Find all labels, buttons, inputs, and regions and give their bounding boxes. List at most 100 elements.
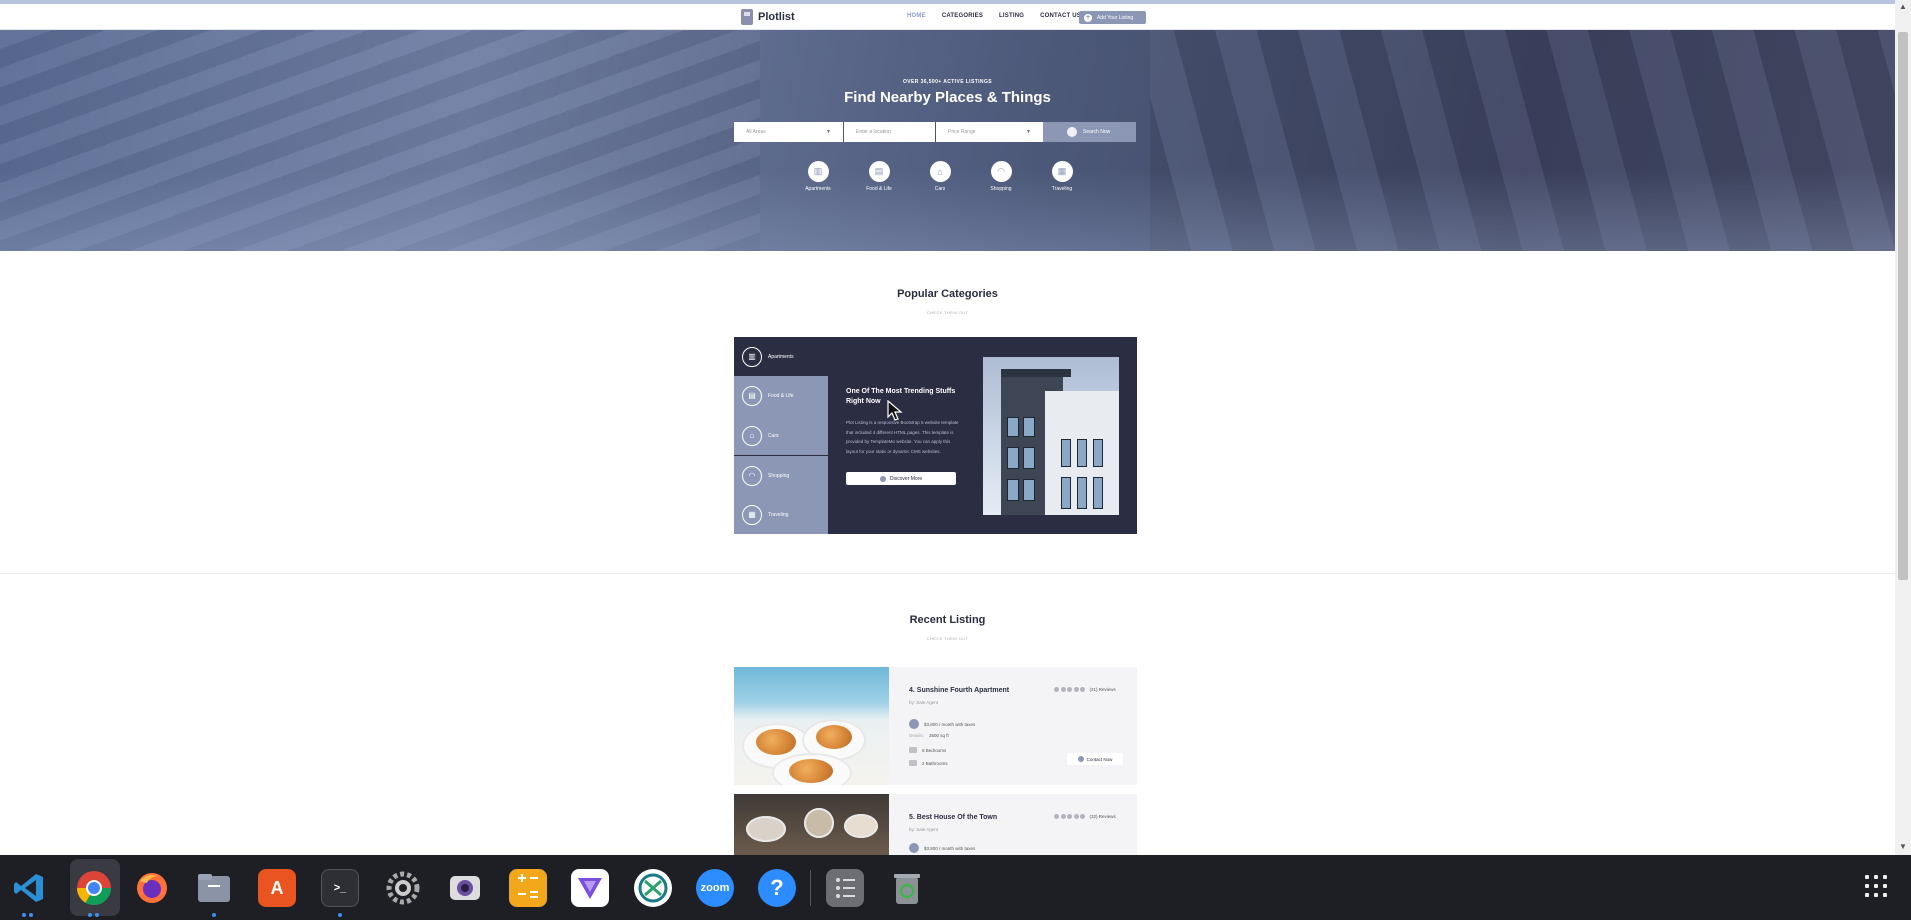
trash-icon[interactable] — [888, 869, 926, 907]
popular-heading: One Of The Most Trending Stuffs Right No… — [846, 388, 956, 405]
contact-now-button[interactable]: Contact Now — [1067, 753, 1123, 765]
os-taskbar: A >_ zoom ? — [0, 855, 1911, 920]
app-store-icon[interactable]: A — [258, 869, 296, 907]
apartment-building-image — [983, 357, 1119, 515]
window — [1007, 479, 1019, 501]
page-scrollbar[interactable]: ▲ ▼ — [1895, 0, 1911, 855]
listing-price: $3,800 / month with taxes — [924, 845, 976, 851]
star-icon — [1060, 814, 1066, 819]
popular-description: Plot Listing is a responsive Bootstrap 5… — [846, 420, 959, 454]
task-manager-icon[interactable] — [826, 869, 864, 907]
window — [1077, 477, 1087, 509]
files-icon[interactable] — [195, 869, 233, 907]
tab-apartments[interactable]: ▥ Apartments — [734, 337, 828, 376]
chevron-down-icon: ▼ — [1026, 129, 1031, 135]
star-icon — [1067, 814, 1072, 819]
hero-category-apartments[interactable]: ▥ Apartments — [798, 161, 838, 192]
vpn-icon[interactable] — [571, 869, 609, 907]
site-header: Plotlist HOME CATEGORIES LISTING CONTACT… — [0, 4, 1895, 30]
nav-categories[interactable]: CATEGORIES — [942, 13, 983, 19]
hero-category-shopping[interactable]: ◠ Shopping — [981, 161, 1021, 192]
hero-category-cars[interactable]: ⌂ Cars — [920, 161, 960, 192]
listing-card[interactable]: 5. Best House Of the Town by: Sale Agent… — [734, 794, 1137, 855]
add-listing-button[interactable]: + Add Your Listing — [1079, 11, 1146, 24]
tab-food-life[interactable]: ▤ Food & Life — [734, 376, 828, 415]
site-logo[interactable]: Plotlist — [741, 9, 795, 25]
location-input[interactable]: Enter a location — [844, 122, 936, 142]
hero-category-traveling[interactable]: ▦ Traveling — [1042, 161, 1082, 192]
star-icon — [1060, 687, 1066, 692]
tab-label: Shopping — [768, 472, 790, 479]
popular-subtitle: CHECK THEM OUT — [926, 310, 969, 315]
browser-viewport: Plotlist HOME CATEGORIES LISTING CONTACT… — [0, 0, 1895, 855]
star-icon — [1073, 814, 1079, 819]
scroll-down-icon[interactable]: ▼ — [1895, 840, 1911, 854]
shopping-bag-icon: ◠ — [990, 161, 1012, 182]
building-roof — [1001, 369, 1071, 377]
listing-card[interactable]: 4. Sunshine Fourth Apartment by: Sale Ag… — [734, 667, 1137, 785]
bath-icon — [909, 760, 917, 766]
hero-category-label: Traveling — [1051, 186, 1073, 192]
price-select[interactable]: Price Range ▼ — [936, 122, 1043, 142]
rating-stars: (21) Reviews — [1054, 687, 1116, 692]
scroll-up-icon[interactable]: ▲ — [1895, 0, 1911, 14]
tab-traveling[interactable]: ▦ Traveling — [734, 495, 828, 534]
listing-bathrooms-row: 2 Bathrooms — [909, 760, 948, 766]
nav-listing[interactable]: LISTING — [999, 13, 1024, 19]
building-icon: ▥ — [807, 161, 829, 182]
terminal-icon[interactable]: >_ — [321, 869, 359, 907]
chrome-icon[interactable] — [75, 869, 113, 907]
area-select-value: All Areas — [746, 129, 766, 135]
listing-price-row: $3,800 / month with taxes — [909, 843, 975, 853]
listing-image[interactable] — [734, 794, 889, 855]
running-indicator — [29, 913, 33, 917]
listing-image[interactable] — [734, 667, 889, 785]
vscode-icon[interactable] — [10, 869, 48, 907]
hero-category-food[interactable]: ▤ Food & Life — [859, 161, 899, 192]
listing-price: $3,800 / month with taxes — [924, 721, 976, 727]
app-grid-icon[interactable] — [1865, 875, 1887, 897]
listing-details-row: Details: 3500 sq ft — [909, 733, 949, 738]
popular-categories-panel: ▥ Apartments ▤ Food & Life ⌂ Cars ◠ Shop… — [734, 337, 1137, 534]
window — [1023, 447, 1035, 469]
running-indicator — [338, 913, 342, 917]
help-icon[interactable]: ? — [758, 869, 796, 907]
glass — [804, 808, 834, 838]
listing-agent: by: Sale Agent — [909, 827, 939, 832]
logo-icon — [741, 9, 753, 25]
settings-icon[interactable] — [384, 869, 422, 907]
running-indicator — [22, 913, 26, 917]
nav-contact[interactable]: CONTACT US — [1040, 13, 1081, 19]
calculator-icon[interactable] — [509, 869, 547, 907]
firefox-icon[interactable] — [133, 869, 171, 907]
food — [816, 725, 852, 749]
location-placeholder: Enter a location — [856, 129, 891, 135]
nav-home[interactable]: HOME — [907, 13, 926, 19]
star-icon — [1054, 687, 1059, 692]
tab-cars[interactable]: ⌂ Cars — [734, 416, 828, 455]
zoom-icon[interactable]: zoom — [696, 869, 734, 907]
window — [1093, 477, 1103, 509]
food — [789, 759, 833, 783]
add-listing-label: Add Your Listing — [1097, 14, 1134, 21]
listing-title[interactable]: 4. Sunshine Fourth Apartment — [909, 687, 1009, 694]
window — [1061, 477, 1071, 509]
window — [1007, 447, 1019, 469]
screenshot-icon[interactable] — [446, 869, 484, 907]
remote-desktop-icon[interactable] — [634, 869, 672, 907]
scrollbar-thumb[interactable] — [1898, 32, 1908, 580]
star-icon — [1073, 687, 1079, 692]
tab-label: Cars — [768, 432, 779, 439]
chevron-down-icon: ▼ — [826, 129, 831, 135]
food — [756, 729, 796, 755]
discover-more-button[interactable]: Discover More — [846, 472, 956, 485]
listing-area: 3500 sq ft — [929, 733, 949, 738]
tab-shopping[interactable]: ◠ Shopping — [734, 456, 828, 495]
search-button[interactable]: Search Now — [1043, 122, 1136, 142]
hero-category-label: Cars — [934, 186, 946, 192]
listing-title[interactable]: 5. Best House Of the Town — [909, 814, 997, 821]
search-button-label: Search Now — [1083, 129, 1111, 135]
food-icon: ▤ — [742, 385, 762, 406]
area-select[interactable]: All Areas ▼ — [734, 122, 844, 142]
star-icon — [1080, 814, 1085, 819]
